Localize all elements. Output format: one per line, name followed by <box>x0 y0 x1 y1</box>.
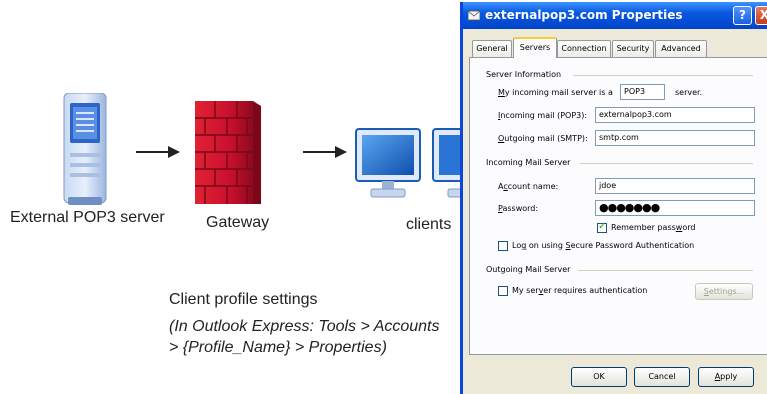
outgoing-mail-field[interactable]: smtp.com <box>595 130 755 146</box>
mail-properties-icon <box>468 10 480 21</box>
ok-button[interactable]: OK <box>571 367 627 387</box>
password-label: Password: <box>498 204 539 213</box>
tab-general[interactable]: General <box>472 40 512 57</box>
account-name-label: Account name: <box>498 182 559 191</box>
password-field[interactable]: ●●●●●●● <box>595 200 755 216</box>
incoming-mail-field[interactable]: externalpop3.com <box>595 107 755 123</box>
checkmark-icon: ✓ <box>598 221 607 232</box>
incoming-server-heading: Incoming Mail Server <box>486 158 571 167</box>
tab-servers[interactable]: Servers <box>513 37 557 58</box>
auth-checkbox[interactable] <box>498 286 508 296</box>
divider <box>573 75 753 76</box>
server-label: External POP3 server <box>10 209 165 226</box>
servers-panel: Server Information My incoming mail serv… <box>469 57 767 355</box>
tab-connection[interactable]: Connection <box>557 40 611 57</box>
caption-title: Client profile settings <box>169 291 318 308</box>
server-tower-icon <box>63 93 107 205</box>
account-name-field[interactable]: jdoe <box>595 178 755 194</box>
incoming-mail-label: Incoming mail (POP3): <box>498 111 588 120</box>
divider <box>580 163 753 164</box>
caption-line-2: > {Profile_Name} > Properties) <box>169 339 387 356</box>
tab-advanced[interactable]: Advanced <box>655 40 707 57</box>
help-button[interactable]: ? <box>733 6 752 25</box>
server-type-field[interactable]: POP3 <box>620 84 665 100</box>
firewall-brick-wall-icon <box>195 101 261 204</box>
divider <box>578 270 753 271</box>
gateway-label: Gateway <box>206 214 270 231</box>
dialog-title: externalpop3.com Properties <box>485 8 683 22</box>
outgoing-server-heading: Outgoing Mail Server <box>486 265 571 274</box>
monitor-icon <box>432 128 460 198</box>
arrow-right-icon <box>303 146 347 158</box>
clients-label: clients <box>406 216 452 233</box>
tab-security[interactable]: Security <box>612 40 654 57</box>
server-type-prefix: My incoming mail server is a <box>498 88 613 97</box>
spa-label[interactable]: Log on using Secure Password Authenticat… <box>512 241 694 250</box>
settings-button[interactable]: Settings... <box>695 283 753 300</box>
dialog-titlebar[interactable]: externalpop3.com Properties ? X <box>463 2 767 29</box>
close-button[interactable]: X <box>755 6 767 25</box>
remember-password-label[interactable]: Remember password <box>611 223 695 232</box>
server-type-suffix: server. <box>675 88 703 97</box>
spa-checkbox[interactable] <box>498 241 508 251</box>
arrow-right-icon <box>136 146 180 158</box>
server-info-heading: Server Information <box>486 70 562 79</box>
outgoing-mail-label: Outgoing mail (SMTP): <box>498 134 588 143</box>
remember-password-checkbox[interactable]: ✓ <box>597 221 607 233</box>
network-diagram: External POP3 server Gateway clients Cli… <box>0 0 460 392</box>
cancel-button[interactable]: Cancel <box>634 367 690 387</box>
properties-dialog: externalpop3.com Properties ? X General … <box>460 2 767 394</box>
caption-line-1: (In Outlook Express: Tools > Accounts <box>169 318 440 335</box>
apply-button[interactable]: Apply <box>698 367 754 387</box>
monitor-icon <box>355 128 421 198</box>
auth-label[interactable]: My server requires authentication <box>512 286 647 295</box>
